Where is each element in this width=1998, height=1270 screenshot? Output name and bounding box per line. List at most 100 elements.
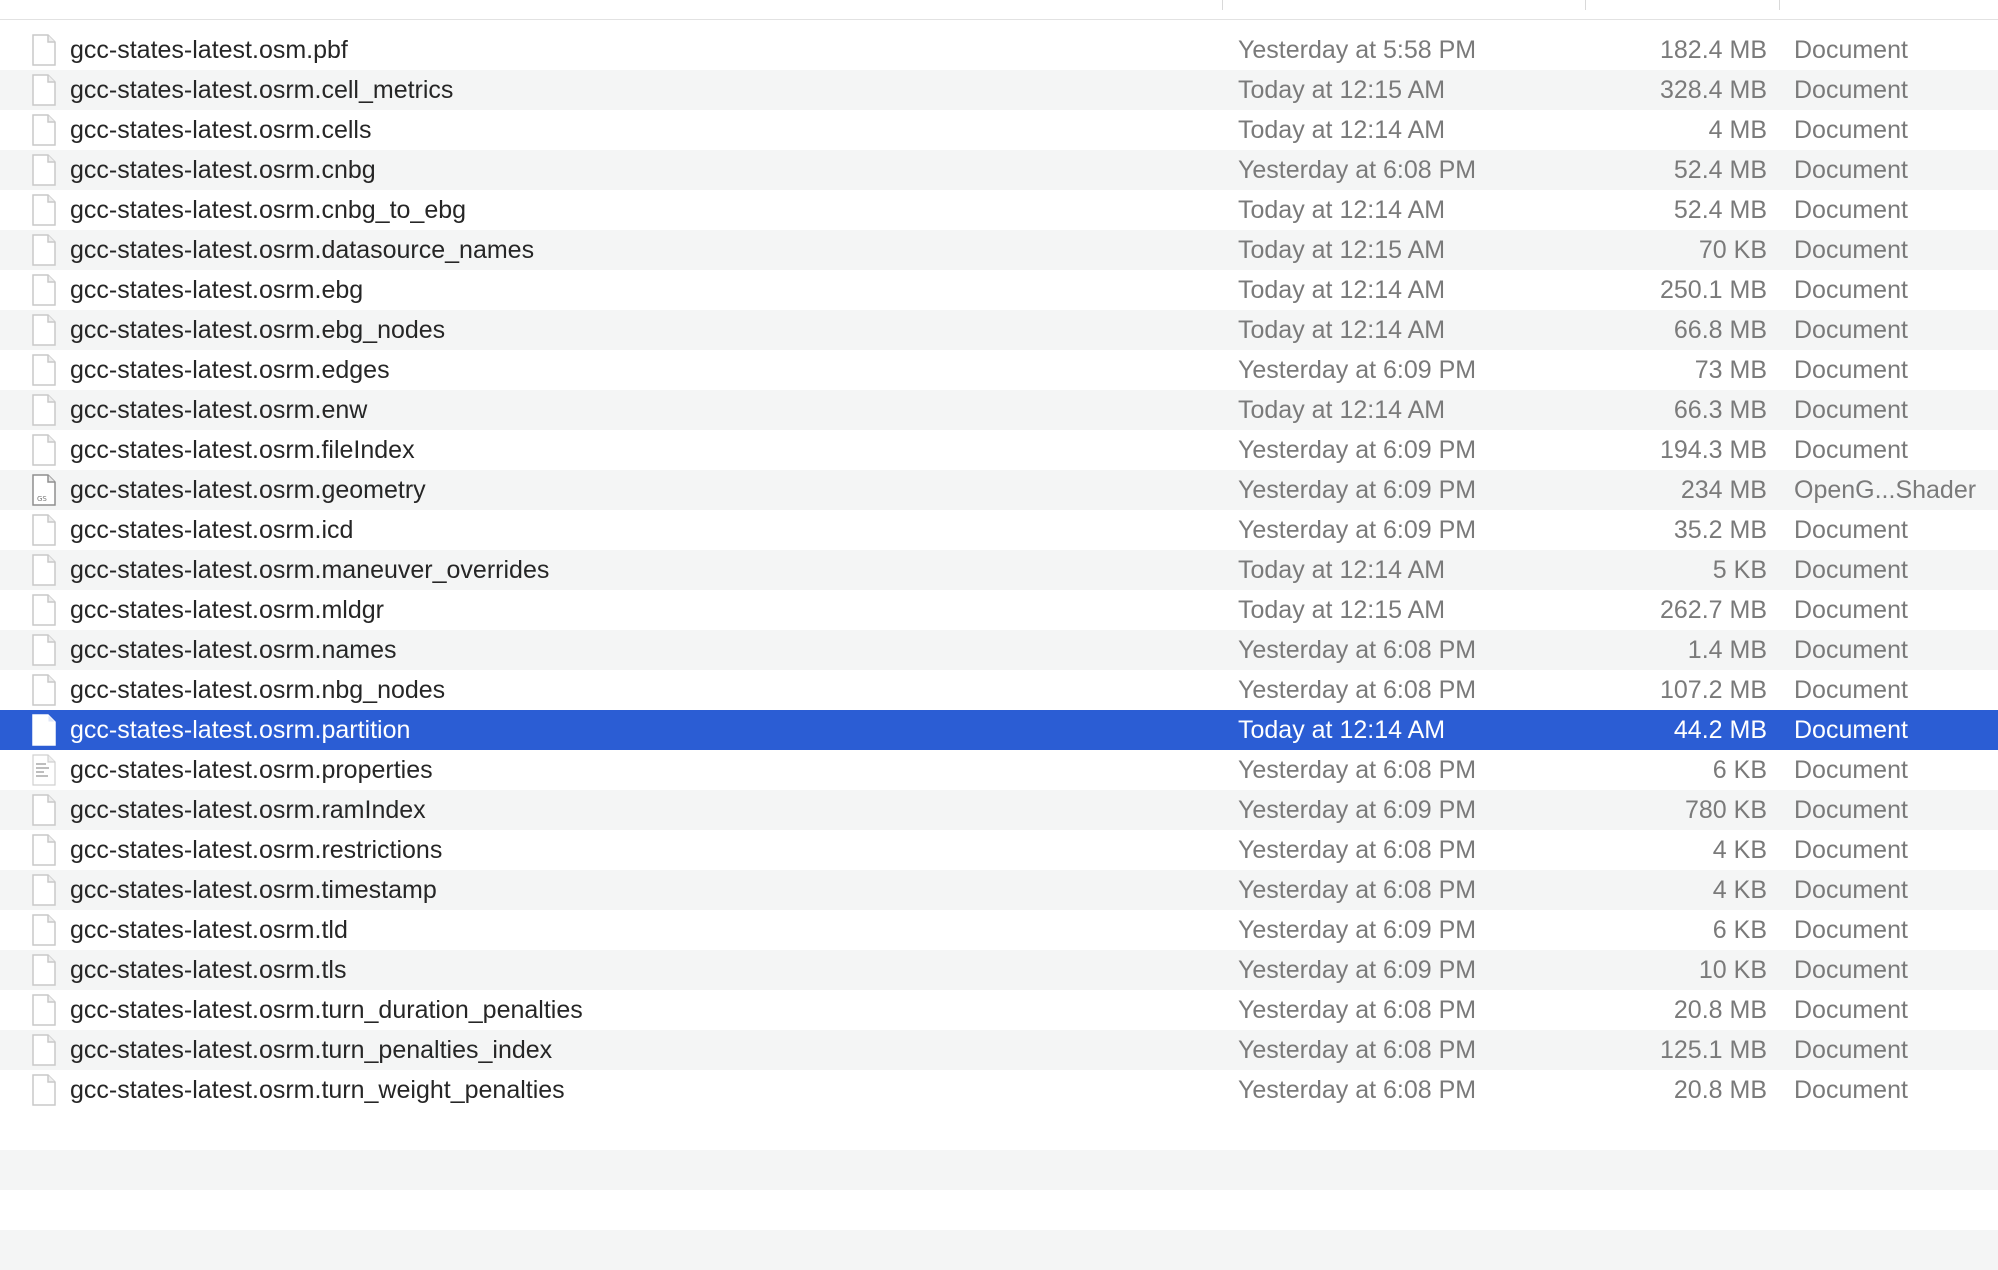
file-row[interactable]: gcc-states-latest.osrm.timestamp Yesterda…	[0, 870, 1998, 910]
column-divider[interactable]	[1779, 0, 1780, 10]
file-name: gcc-states-latest.osrm.timestamp	[70, 876, 437, 904]
file-row[interactable]: gcc-states-latest.osrm.datasource_names T…	[0, 230, 1998, 270]
document-icon	[31, 394, 57, 426]
file-size: 125.1 MB	[1659, 1036, 1767, 1064]
file-name: gcc-states-latest.osrm.ebg_nodes	[70, 316, 446, 344]
document-icon	[31, 1074, 57, 1106]
file-row[interactable]: gcc-states-latest.osrm.tld Yesterday at 6…	[0, 910, 1998, 950]
file-row[interactable]: gcc-states-latest.osrm.partition Today at…	[0, 710, 1998, 750]
file-name: gcc-states-latest.osrm.cnbg	[70, 156, 376, 184]
file-name: gcc-states-latest.osrm.maneuver_override…	[70, 556, 550, 584]
document-icon	[31, 834, 57, 866]
document-icon	[31, 634, 57, 666]
file-kind: OpenG...Shader	[1794, 476, 1977, 504]
file-kind: Document	[1794, 796, 1908, 824]
file-size: 262.7 MB	[1659, 596, 1767, 624]
file-name: gcc-states-latest.osrm.names	[70, 636, 397, 664]
file-row[interactable]: gcc-states-latest.osrm.cells Today at 12:…	[0, 110, 1998, 150]
file-kind: Document	[1794, 36, 1908, 64]
file-row[interactable]: gcc-states-latest.osrm.tls Yesterday at 6…	[0, 950, 1998, 990]
file-size: 5 KB	[1712, 556, 1767, 584]
file-date-modified: Yesterday at 6:09 PM	[1238, 356, 1477, 384]
file-kind: Document	[1794, 556, 1908, 584]
file-date-modified: Yesterday at 6:08 PM	[1238, 636, 1477, 664]
file-size: 66.8 MB	[1673, 316, 1767, 344]
file-row[interactable]: gcc-states-latest.osrm.turn_duration_pen…	[0, 990, 1998, 1030]
file-row[interactable]: gcc-states-latest.osrm.properties Yesterd…	[0, 750, 1998, 790]
file-row[interactable]: gcc-states-latest.osrm.names Yesterday at…	[0, 630, 1998, 670]
file-kind: Document	[1794, 236, 1908, 264]
file-date-modified: Today at 12:15 AM	[1238, 596, 1446, 624]
file-row[interactable]: gcc-states-latest.osrm.turn_penalties_in…	[0, 1030, 1998, 1070]
file-date-modified: Yesterday at 6:08 PM	[1238, 156, 1477, 184]
document-icon	[31, 354, 57, 386]
document-icon	[31, 954, 57, 986]
file-row[interactable]: gcc-states-latest.osrm.cnbg Yesterday at …	[0, 150, 1998, 190]
file-row[interactable]: gcc-states-latest.osrm.fileIndex Yesterda…	[0, 430, 1998, 470]
file-row[interactable]: gcc-states-latest.osrm.enw Today at 12:14…	[0, 390, 1998, 430]
file-date-modified: Today at 12:14 AM	[1238, 396, 1446, 424]
file-row[interactable]: gcc-states-latest.osrm.mldgr Today at 12:…	[0, 590, 1998, 630]
document-icon	[31, 34, 57, 66]
document-icon	[31, 594, 57, 626]
file-size: 182.4 MB	[1659, 36, 1767, 64]
file-row[interactable]: gcc-states-latest.osrm.ebg Today at 12:14…	[0, 270, 1998, 310]
file-kind: Document	[1794, 956, 1908, 984]
file-row[interactable]: gcc-states-latest.osrm.ramIndex Yesterday…	[0, 790, 1998, 830]
file-name: gcc-states-latest.osrm.datasource_names	[70, 236, 535, 264]
file-row[interactable]: gcc-states-latest.osrm.nbg_nodes Yesterda…	[0, 670, 1998, 710]
file-row[interactable]: gcc-states-latest.osrm.cnbg_to_ebg Today …	[0, 190, 1998, 230]
document-icon	[31, 114, 57, 146]
file-date-modified: Yesterday at 6:08 PM	[1238, 1036, 1477, 1064]
file-name: gcc-states-latest.osrm.cell_metrics	[70, 76, 454, 104]
file-row[interactable]: gcc-states-latest.osm.pbf Yesterday at 5:…	[0, 30, 1998, 70]
text-document-icon	[31, 754, 57, 786]
file-size: 234 MB	[1680, 476, 1767, 504]
file-name: gcc-states-latest.osrm.enw	[70, 396, 368, 424]
file-date-modified: Yesterday at 6:09 PM	[1238, 956, 1477, 984]
file-date-modified: Yesterday at 6:08 PM	[1238, 836, 1477, 864]
file-kind: Document	[1794, 356, 1908, 384]
document-icon	[31, 234, 57, 266]
file-size: 4 KB	[1712, 836, 1767, 864]
empty-list-row	[0, 1150, 1998, 1190]
document-icon	[31, 434, 57, 466]
file-row[interactable]: gcc-states-latest.osrm.restrictions Yeste…	[0, 830, 1998, 870]
file-row[interactable]: gcc-states-latest.osrm.cell_metrics Today…	[0, 70, 1998, 110]
file-size: 70 KB	[1698, 236, 1767, 264]
file-kind: Document	[1794, 716, 1908, 744]
file-size: 44.2 MB	[1673, 716, 1767, 744]
file-date-modified: Yesterday at 6:08 PM	[1238, 996, 1477, 1024]
column-divider[interactable]	[1222, 0, 1223, 10]
file-size: 4 KB	[1712, 876, 1767, 904]
document-icon	[31, 994, 57, 1026]
file-kind: Document	[1794, 196, 1908, 224]
file-kind: Document	[1794, 1036, 1908, 1064]
file-row[interactable]: GS gcc-states-latest.osrm.geometry Yesterd…	[0, 470, 1998, 510]
file-name: gcc-states-latest.osrm.restrictions	[70, 836, 443, 864]
file-kind: Document	[1794, 116, 1908, 144]
file-kind: Document	[1794, 1076, 1908, 1104]
document-icon	[31, 154, 57, 186]
file-kind: Document	[1794, 636, 1908, 664]
file-date-modified: Yesterday at 6:09 PM	[1238, 916, 1477, 944]
file-size: 1.4 MB	[1687, 636, 1767, 664]
file-size: 107.2 MB	[1659, 676, 1767, 704]
file-row[interactable]: gcc-states-latest.osrm.turn_weight_penal…	[0, 1070, 1998, 1110]
file-size: 66.3 MB	[1673, 396, 1767, 424]
column-divider[interactable]	[1585, 0, 1586, 10]
column-header-bar[interactable]	[0, 0, 1998, 20]
file-date-modified: Yesterday at 6:09 PM	[1238, 476, 1477, 504]
file-kind: Document	[1794, 396, 1908, 424]
file-name: gcc-states-latest.osrm.turn_penalties_in…	[70, 1036, 553, 1064]
file-row[interactable]: gcc-states-latest.osrm.icd Yesterday at 6…	[0, 510, 1998, 550]
file-row[interactable]: gcc-states-latest.osrm.maneuver_override…	[0, 550, 1998, 590]
empty-list-row	[0, 1110, 1998, 1150]
document-icon	[31, 74, 57, 106]
file-date-modified: Yesterday at 6:08 PM	[1238, 1076, 1477, 1104]
document-icon	[31, 794, 57, 826]
file-kind: Document	[1794, 276, 1908, 304]
file-kind: Document	[1794, 756, 1908, 784]
file-row[interactable]: gcc-states-latest.osrm.edges Yesterday at…	[0, 350, 1998, 390]
file-row[interactable]: gcc-states-latest.osrm.ebg_nodes Today at…	[0, 310, 1998, 350]
